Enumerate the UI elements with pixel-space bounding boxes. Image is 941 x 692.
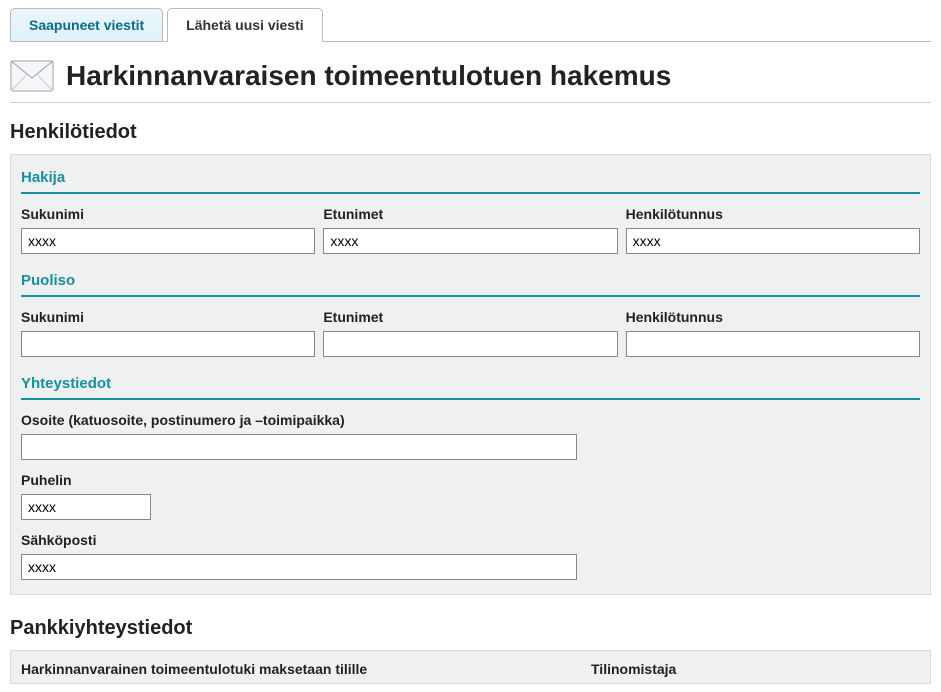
tab-compose[interactable]: Lähetä uusi viesti: [167, 8, 322, 42]
spouse-lastname-label: Sukunimi: [21, 309, 315, 325]
applicant-firstnames-input[interactable]: [323, 228, 617, 254]
panel-bank: Harkinnanvarainen toimeentulotuki makset…: [10, 650, 931, 684]
tab-inbox[interactable]: Saapuneet viestit: [10, 8, 163, 41]
applicant-firstnames-label: Etunimet: [323, 206, 617, 222]
phone-input[interactable]: [21, 494, 151, 520]
envelope-icon: [10, 60, 54, 92]
spouse-lastname-input[interactable]: [21, 331, 315, 357]
phone-label: Puhelin: [21, 472, 920, 488]
group-contact-title: Yhteystiedot: [21, 371, 920, 400]
applicant-ssn-input[interactable]: [626, 228, 920, 254]
spouse-row: Sukunimi Etunimet Henkilötunnus: [21, 309, 920, 357]
tabs-bar: Saapuneet viestit Lähetä uusi viesti: [10, 8, 931, 42]
email-input[interactable]: [21, 554, 577, 580]
bank-account-label: Harkinnanvarainen toimeentulotuki makset…: [21, 661, 561, 677]
page-title-row: Harkinnanvaraisen toimeentulotuen hakemu…: [10, 42, 931, 103]
bank-owner-label: Tilinomistaja: [591, 661, 920, 677]
panel-person: Hakija Sukunimi Etunimet Henkilötunnus P…: [10, 154, 931, 595]
section-heading-person: Henkilötiedot: [10, 121, 931, 144]
address-input[interactable]: [21, 434, 577, 460]
address-label: Osoite (katuosoite, postinumero ja –toim…: [21, 412, 920, 428]
group-applicant-title: Hakija: [21, 165, 920, 194]
email-label: Sähköposti: [21, 532, 920, 548]
spouse-ssn-label: Henkilötunnus: [626, 309, 920, 325]
applicant-lastname-input[interactable]: [21, 228, 315, 254]
applicant-row: Sukunimi Etunimet Henkilötunnus: [21, 206, 920, 254]
group-spouse-title: Puoliso: [21, 268, 920, 297]
spouse-ssn-input[interactable]: [626, 331, 920, 357]
applicant-ssn-label: Henkilötunnus: [626, 206, 920, 222]
spouse-firstnames-input[interactable]: [323, 331, 617, 357]
spouse-firstnames-label: Etunimet: [323, 309, 617, 325]
page-title: Harkinnanvaraisen toimeentulotuen hakemu…: [66, 60, 671, 92]
applicant-lastname-label: Sukunimi: [21, 206, 315, 222]
section-heading-bank: Pankkiyhteystiedot: [10, 617, 931, 640]
